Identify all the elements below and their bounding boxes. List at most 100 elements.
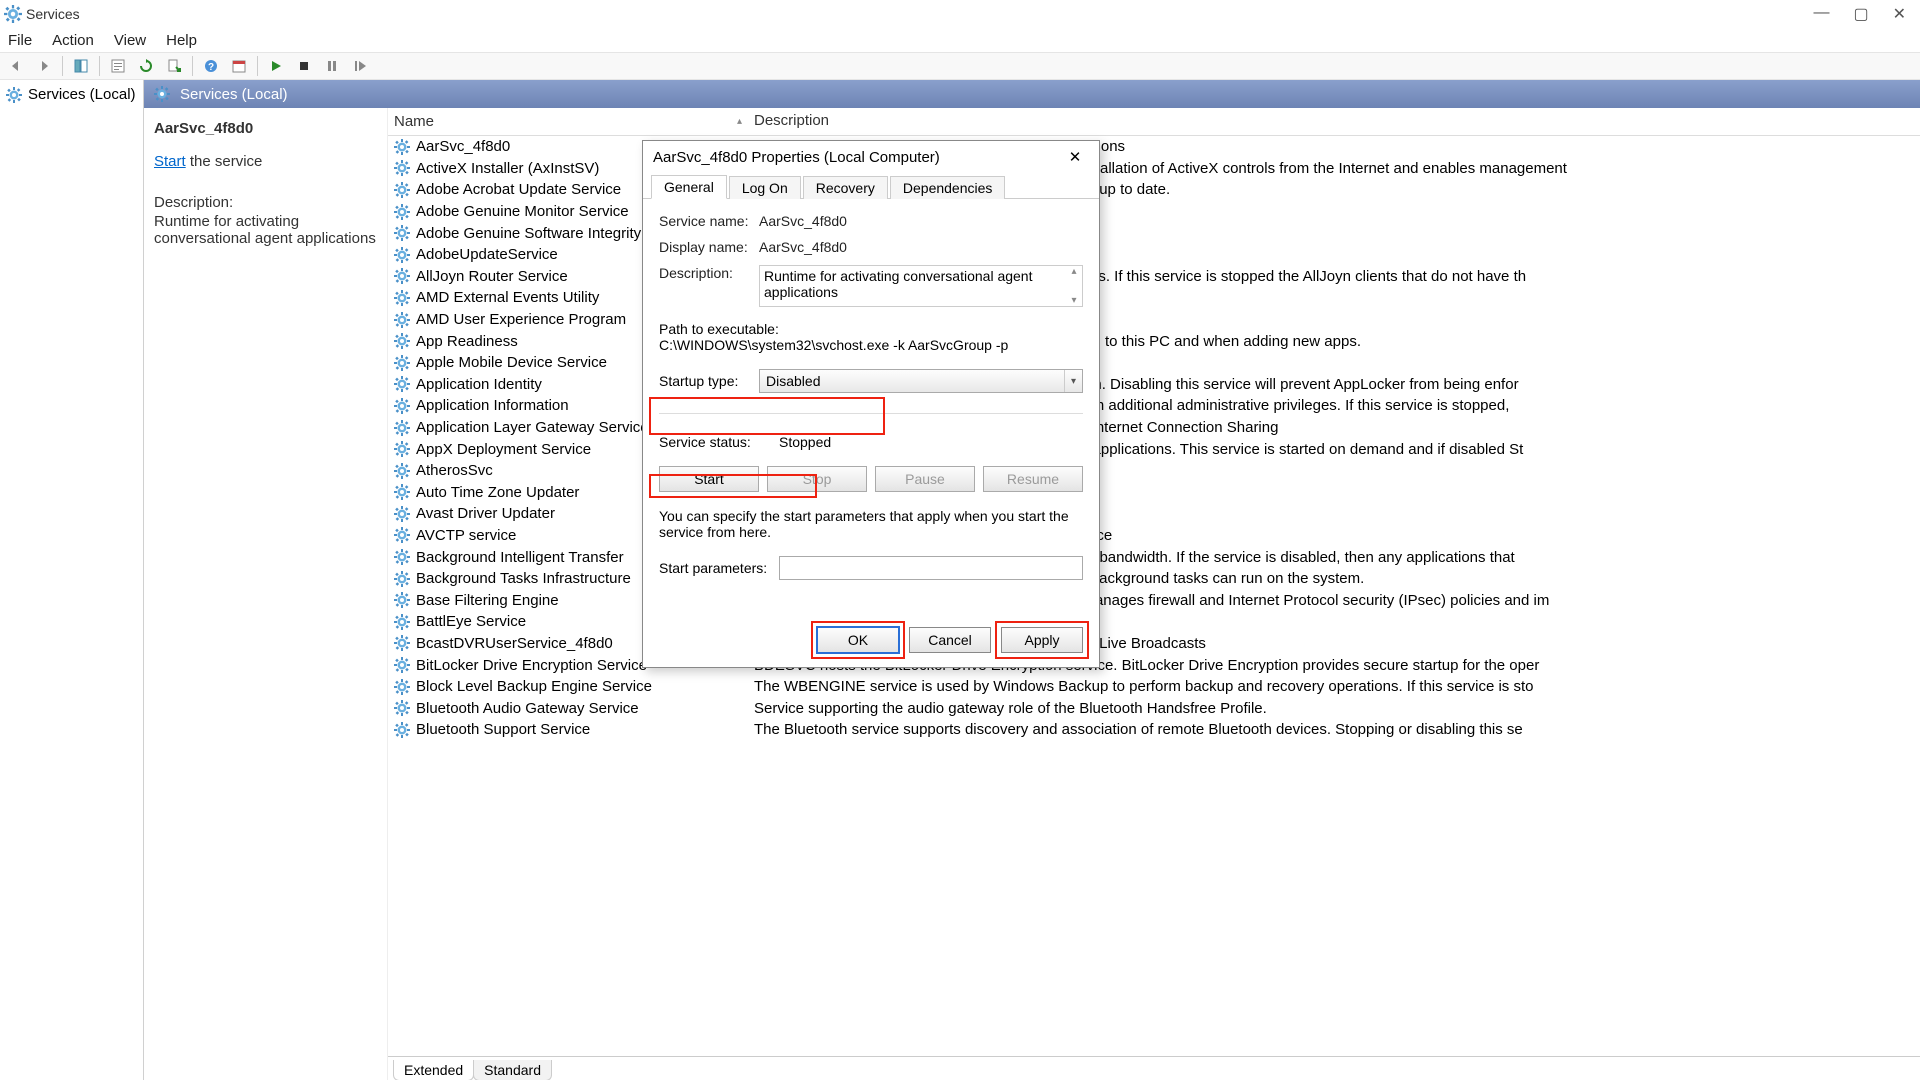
table-row[interactable]: Background Tasks InfrastructureWindows i…	[388, 568, 1920, 590]
table-row[interactable]: AppX Deployment ServiceProvides infrastr…	[388, 438, 1920, 460]
table-row[interactable]: ActiveX Installer (AxInstSV)Provides Use…	[388, 158, 1920, 180]
table-row[interactable]: BcastDVRUserService_4f8d0This user servi…	[388, 633, 1920, 655]
table-row[interactable]: AtherosSvc	[388, 460, 1920, 482]
start-service-button[interactable]	[264, 55, 288, 77]
service-name: Application Identity	[416, 376, 542, 393]
startup-type-label: Startup type:	[659, 373, 759, 389]
table-row[interactable]: Adobe Acrobat Update ServiceAdobe Acroba…	[388, 179, 1920, 201]
gear-icon	[394, 463, 410, 479]
cancel-button[interactable]: Cancel	[909, 627, 991, 653]
service-description: The WBENGINE service is used by Windows …	[748, 678, 1920, 695]
description-label: Description:	[154, 194, 377, 211]
close-button[interactable]: ✕	[1893, 4, 1906, 24]
startup-type-combo[interactable]: Disabled ▾	[759, 369, 1083, 393]
stop-service-button[interactable]	[292, 55, 316, 77]
properties-button[interactable]	[106, 55, 130, 77]
table-row[interactable]: AdobeUpdateService	[388, 244, 1920, 266]
start-params-input[interactable]	[779, 556, 1083, 580]
menu-help[interactable]: Help	[166, 32, 197, 49]
start-params-note: You can specify the start parameters tha…	[659, 508, 1083, 540]
tab-recovery[interactable]: Recovery	[803, 176, 888, 199]
table-row[interactable]: BitLocker Drive Encryption ServiceBDESVC…	[388, 654, 1920, 676]
table-row[interactable]: AVCTP serviceThis is Audio Video Control…	[388, 525, 1920, 547]
col-name-header[interactable]: Name▴	[388, 108, 748, 135]
gear-icon	[394, 139, 410, 155]
menu-action[interactable]: Action	[52, 32, 94, 49]
dlg-start-button[interactable]: Start	[659, 466, 759, 492]
gear-icon	[154, 86, 170, 102]
menu-view[interactable]: View	[114, 32, 146, 49]
gear-icon	[394, 376, 410, 392]
service-description: The Bluetooth service supports discovery…	[748, 721, 1920, 738]
table-row[interactable]: AarSvc_4f8d0Runtime for activating conve…	[388, 136, 1920, 158]
description-text: Runtime for activating conversational ag…	[154, 213, 377, 247]
service-name-label: Service name:	[659, 213, 759, 229]
table-row[interactable]: Bluetooth Audio Gateway ServiceService s…	[388, 697, 1920, 719]
display-name-value: AarSvc_4f8d0	[759, 239, 847, 255]
table-row[interactable]: Base Filtering EngineThe Base Filtering …	[388, 589, 1920, 611]
dialog-tabs: General Log On Recovery Dependencies	[643, 173, 1099, 199]
col-description-header[interactable]: Description	[748, 108, 1920, 135]
start-link[interactable]: Start	[154, 153, 186, 170]
maximize-button[interactable]: ▢	[1853, 4, 1868, 24]
tree-root-services-local[interactable]: Services (Local)	[0, 84, 143, 105]
table-row[interactable]: Adobe Genuine Monitor Service	[388, 201, 1920, 223]
table-row[interactable]: AMD User Experience Program	[388, 309, 1920, 331]
table-row[interactable]: Application Layer Gateway ServiceProvide…	[388, 417, 1920, 439]
gear-icon	[394, 290, 410, 306]
table-row[interactable]: AMD External Events Utility	[388, 287, 1920, 309]
service-name: AtherosSvc	[416, 462, 493, 479]
service-rows[interactable]: AarSvc_4f8d0 Runtime for activating conve…	[388, 136, 1920, 1056]
view-tab-standard[interactable]: Standard	[473, 1060, 552, 1080]
main-pane: Services (Local) AarSvc_4f8d0 Start the …	[144, 80, 1920, 1080]
view-tabs: Extended Standard	[388, 1056, 1920, 1080]
view-tab-extended[interactable]: Extended	[393, 1060, 474, 1080]
show-hide-tree-button[interactable]	[69, 55, 93, 77]
service-name: Bluetooth Audio Gateway Service	[416, 700, 639, 717]
table-row[interactable]: Apple Mobile Device ServiceProvides the …	[388, 352, 1920, 374]
dlg-description-box[interactable]: Runtime for activating conversational ag…	[759, 265, 1083, 307]
highlight-startup-type	[649, 397, 885, 435]
forward-button[interactable]	[32, 55, 56, 77]
back-button[interactable]	[4, 55, 28, 77]
table-row[interactable]: Avast Driver Updater	[388, 503, 1920, 525]
gear-icon	[394, 225, 410, 241]
table-row[interactable]: App ReadinessGets apps ready for use the…	[388, 330, 1920, 352]
table-row[interactable]: Auto Time Zone UpdaterAutomatically sets…	[388, 482, 1920, 504]
gear-icon	[394, 398, 410, 414]
export-button[interactable]	[162, 55, 186, 77]
table-row[interactable]: Background Intelligent TransferTransfers…	[388, 546, 1920, 568]
help-button[interactable]: ?	[199, 55, 223, 77]
service-status-label: Service status:	[659, 434, 759, 450]
table-row[interactable]: Adobe Genuine Software IntegrityAdobe Ge…	[388, 222, 1920, 244]
service-name: Adobe Acrobat Update Service	[416, 181, 621, 198]
services-icon	[4, 5, 22, 23]
table-row[interactable]: Block Level Backup Engine Service The WBE…	[388, 676, 1920, 698]
service-name: Application Information	[416, 397, 569, 414]
gear-icon	[394, 700, 410, 716]
tab-dependencies[interactable]: Dependencies	[890, 176, 1006, 199]
minimize-button[interactable]: —	[1813, 4, 1829, 24]
table-row[interactable]: Application InformationFacilitates the r…	[388, 395, 1920, 417]
service-name: AVCTP service	[416, 527, 516, 544]
dialog-close-button[interactable]: ✕	[1061, 147, 1089, 167]
tab-log-on[interactable]: Log On	[729, 176, 801, 199]
table-row[interactable]: Application IdentityDetermines and verif…	[388, 374, 1920, 396]
desc-scrollbar[interactable]: ▴▾	[1066, 266, 1082, 306]
service-name: Block Level Backup Engine Service	[416, 678, 652, 695]
ok-button[interactable]: OK	[817, 627, 899, 653]
apply-button[interactable]: Apply	[1001, 627, 1083, 653]
pause-service-button[interactable]	[320, 55, 344, 77]
table-row[interactable]: Bluetooth Support ServiceThe Bluetooth s…	[388, 719, 1920, 741]
menubar: File Action View Help	[0, 28, 1920, 52]
service-name: Auto Time Zone Updater	[416, 484, 579, 501]
tab-general[interactable]: General	[651, 175, 727, 199]
table-row[interactable]: AllJoyn Router ServiceRoutes AllJoyn mes…	[388, 266, 1920, 288]
table-row[interactable]: BattlEye Service	[388, 611, 1920, 633]
restart-service-button[interactable]	[348, 55, 372, 77]
gear-icon	[394, 571, 410, 587]
refresh-button[interactable]	[134, 55, 158, 77]
calendar-icon[interactable]	[227, 55, 251, 77]
menu-file[interactable]: File	[8, 32, 32, 49]
start-service-line: Start the service	[154, 153, 377, 170]
